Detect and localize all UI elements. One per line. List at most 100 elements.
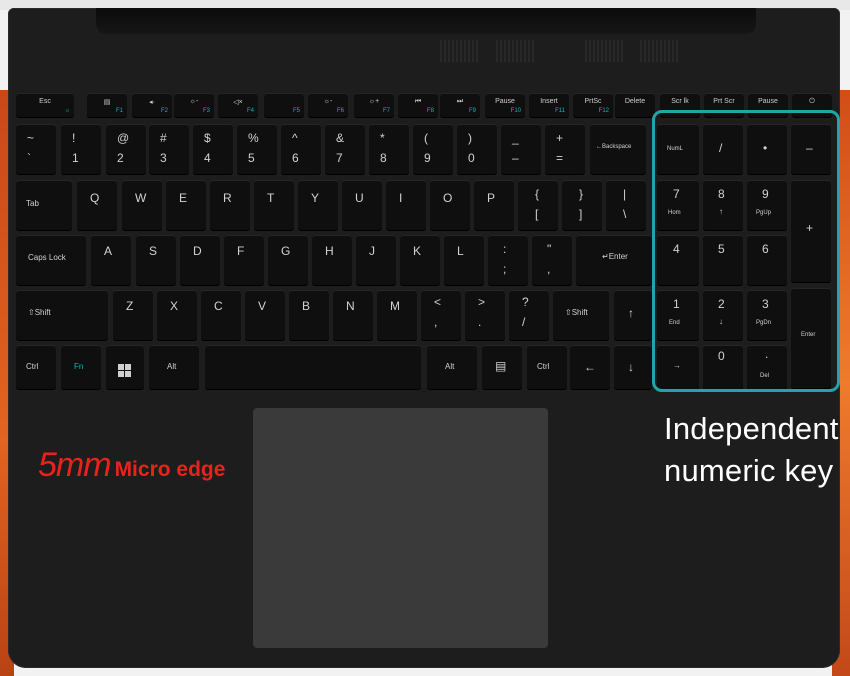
function-key[interactable]: ☼- F6 (308, 93, 348, 117)
function-key[interactable]: Delete (615, 93, 655, 117)
letter-key[interactable]: A (91, 235, 131, 285)
number-row-key[interactable]: * 8 (369, 124, 409, 174)
letter-key[interactable]: B (289, 290, 329, 340)
key-shift-symbol: @ (117, 131, 130, 145)
arrow-down-key[interactable]: ↓ (614, 345, 652, 389)
key-base-symbol: 6 (292, 151, 299, 165)
symbol-key[interactable]: | \ (606, 180, 646, 230)
number-row-key[interactable]: _ – (501, 124, 541, 174)
function-key-label: Esc (39, 98, 51, 105)
function-key[interactable]: ◁× F4 (218, 93, 258, 117)
letter-key[interactable]: R (210, 180, 250, 230)
letter-key[interactable]: W (122, 180, 162, 230)
key-base-symbol: – (512, 151, 519, 165)
right-ctrl-key[interactable]: Ctrl (527, 345, 567, 389)
letter-key[interactable]: P (474, 180, 514, 230)
function-key-label: Pause (758, 98, 778, 105)
letter-key[interactable]: N (333, 290, 373, 340)
left-shift-key[interactable]: ⇧Shift (16, 290, 108, 340)
fn-key[interactable]: Fn (61, 345, 101, 389)
number-row-key[interactable]: ~ ` (16, 124, 56, 174)
letter-key[interactable]: V (245, 290, 285, 340)
function-key[interactable]: ☼- F3 (174, 93, 214, 117)
enter-key[interactable]: ↵Enter (576, 235, 652, 285)
symbol-key[interactable]: ? / (509, 290, 549, 340)
function-key[interactable]: Esc ☼ (16, 93, 74, 117)
symbol-key[interactable]: >. (465, 290, 505, 340)
function-key[interactable]: F5 (264, 93, 304, 117)
alt-key-label: Alt (167, 362, 177, 371)
number-row-key[interactable]: + = (545, 124, 585, 174)
function-key[interactable]: ▤ F1 (87, 93, 127, 117)
letter-key[interactable]: E (166, 180, 206, 230)
arrow-up-key[interactable]: ↑ (614, 290, 652, 340)
number-row-key[interactable]: (9 (413, 124, 453, 174)
key-base-symbol: ; (503, 262, 507, 276)
number-row-key[interactable]: #3 (149, 124, 189, 174)
symbol-key[interactable]: <, (421, 290, 461, 340)
symbol-key[interactable]: ", (532, 235, 572, 285)
right-alt-key[interactable]: Alt (427, 345, 477, 389)
letter-key[interactable]: L (444, 235, 484, 285)
fn-key-label: Fn (74, 362, 84, 371)
symbol-key[interactable]: :; (488, 235, 528, 285)
symbol-key[interactable]: {[ (518, 180, 558, 230)
function-key[interactable]: Insert F11 (529, 93, 569, 117)
letter-key[interactable]: K (400, 235, 440, 285)
right-shift-key[interactable]: ⇧Shift (553, 290, 609, 340)
function-key[interactable]: ⏭ F9 (440, 93, 480, 117)
space-bar[interactable] (205, 345, 421, 389)
letter-key[interactable]: S (136, 235, 176, 285)
numeric-key-caption: Independent numeric key (664, 408, 839, 492)
arrow-left-key[interactable]: ← (570, 345, 610, 389)
number-row-key[interactable]: ! 1 (61, 124, 101, 174)
number-row-key[interactable]: @2 (106, 124, 146, 174)
caps-lock-key[interactable]: Caps Lock (16, 235, 86, 285)
number-row-key[interactable]: ) 0 (457, 124, 497, 174)
function-key[interactable]: Pause F10 (485, 93, 525, 117)
menu-key[interactable]: ▤ (482, 345, 522, 389)
function-key[interactable]: ☼+ F7 (354, 93, 394, 117)
letter-key-label: J (369, 244, 375, 258)
windows-key[interactable] (106, 345, 144, 389)
touchpad[interactable] (253, 408, 548, 648)
letter-key[interactable]: O (430, 180, 470, 230)
letter-key-label: Y (311, 191, 320, 205)
letter-key[interactable]: H (312, 235, 352, 285)
caption-line-2: numeric key (664, 453, 834, 488)
letter-key[interactable]: U (342, 180, 382, 230)
function-key[interactable]: ◂· F2 (132, 93, 172, 117)
number-row-key[interactable]: ^ 6 (281, 124, 321, 174)
micro-edge-text: Micro edge (114, 458, 226, 481)
letter-key[interactable]: Y (298, 180, 338, 230)
letter-key[interactable]: Q (77, 180, 117, 230)
letter-key-label: A (104, 244, 113, 258)
number-row-key[interactable]: ←Backspace (590, 124, 646, 174)
letter-key[interactable]: X (157, 290, 197, 340)
tab-key[interactable]: Tab (16, 180, 72, 230)
ctrl-key[interactable]: Ctrl (16, 345, 56, 389)
letter-key[interactable]: Z (113, 290, 153, 340)
letter-key[interactable]: G (268, 235, 308, 285)
function-key-sublabel: F7 (382, 108, 390, 114)
letter-key-label: C (214, 299, 223, 313)
function-key-sublabel: F5 (292, 108, 300, 114)
letter-key[interactable]: C (201, 290, 241, 340)
letter-key[interactable]: M (377, 290, 417, 340)
key-base-symbol: 5 (248, 151, 255, 165)
key-shift-symbol: ! (72, 131, 76, 145)
function-key[interactable]: PrtSc F12 (573, 93, 613, 117)
number-row-key[interactable]: & 7 (325, 124, 365, 174)
symbol-key[interactable]: }] (562, 180, 602, 230)
number-row-key[interactable]: % 5 (237, 124, 277, 174)
function-key[interactable]: ⏮ F8 (398, 93, 438, 117)
letter-key[interactable]: D (180, 235, 220, 285)
number-row-key[interactable]: $4 (193, 124, 233, 174)
letter-key[interactable]: T (254, 180, 294, 230)
letter-key[interactable]: I (386, 180, 426, 230)
left-alt-key[interactable]: Alt (149, 345, 199, 389)
letter-key[interactable]: F (224, 235, 264, 285)
function-key-label: Prt Scr (713, 98, 735, 105)
letter-key[interactable]: J (356, 235, 396, 285)
letter-key-label: R (223, 191, 232, 205)
